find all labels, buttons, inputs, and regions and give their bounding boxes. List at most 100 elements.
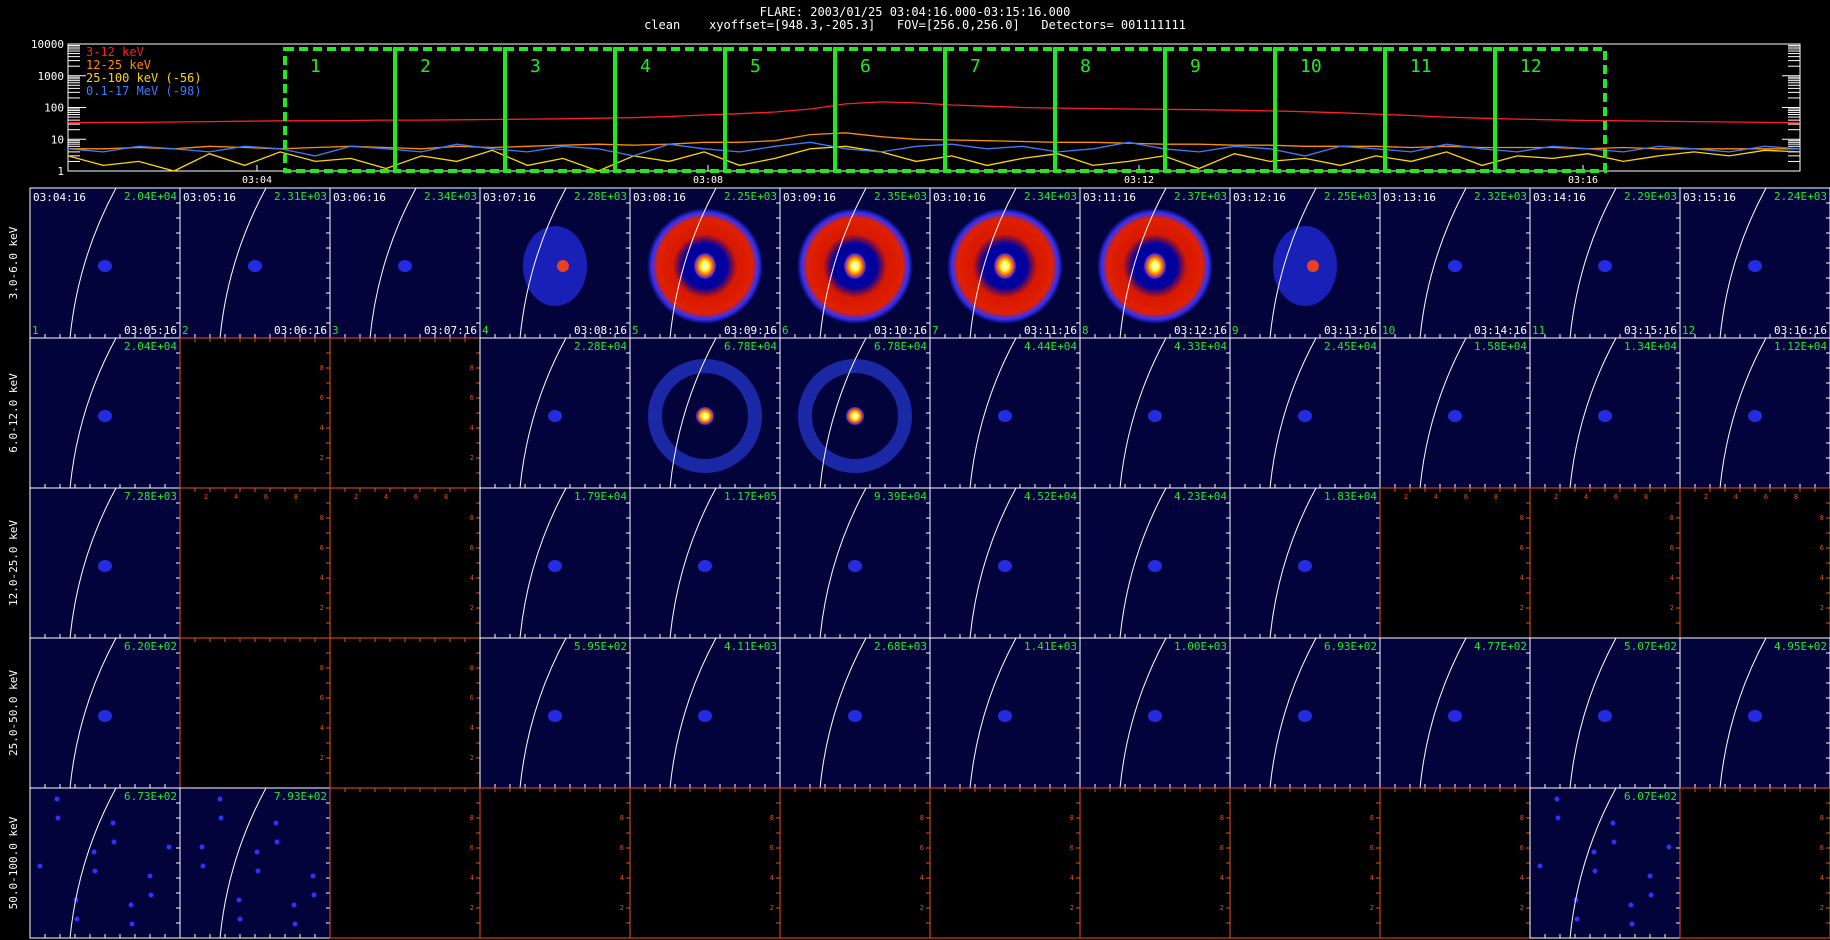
empty-panel (929, 787, 1081, 939)
max-value-label: 4.33E+04 (1174, 340, 1227, 353)
map-cell: 7.93E+02 (179, 787, 331, 939)
noise-speck (237, 916, 243, 922)
noise-speck (1592, 868, 1598, 874)
axis-tick-label: 8 (1220, 814, 1224, 822)
noise-speck (129, 921, 135, 927)
empty-panel (179, 337, 331, 489)
max-value-label: 4.77E+02 (1474, 640, 1527, 653)
map-cell: 1.12E+04 (1679, 337, 1830, 489)
axis-tick-label: 4 (234, 493, 238, 501)
axis-tick-label: 4 (320, 574, 324, 582)
source-faint (1598, 260, 1612, 272)
axis-tick-label: 6 (1764, 493, 1768, 501)
source-faint (98, 560, 112, 572)
source-faint (1598, 710, 1612, 722)
noise-speck (91, 849, 97, 855)
axis-tick-label: 2 (1404, 493, 1408, 501)
map-cell: 4.95E+02 (1679, 637, 1830, 789)
map-cell: 6.78E+04 (629, 337, 781, 489)
panel-number: 6 (782, 324, 789, 337)
map-cell: 2 4 6 8 (179, 637, 331, 789)
noise-speck (55, 815, 61, 821)
noise-speck (1648, 892, 1654, 898)
noise-speck (148, 892, 154, 898)
start-time-label: 03:14:16 (1533, 191, 1586, 204)
max-value-label: 2.04E+04 (124, 190, 177, 203)
map-cell: 2 4 6 8 (479, 787, 631, 939)
map-cell: 4.77E+02 (1379, 637, 1531, 789)
start-time-label: 03:11:16 (1083, 191, 1136, 204)
noise-speck (274, 839, 280, 845)
source-faint (398, 260, 412, 272)
noise-speck (37, 863, 43, 869)
source-blob (1273, 226, 1337, 306)
map-cell: 2 4 6 8 (329, 787, 481, 939)
noise-speck (1574, 916, 1580, 922)
axis-tick-label: 2 (354, 493, 358, 501)
map-cell: 7.28E+03 (29, 487, 181, 639)
axis-tick-label: 4 (320, 424, 324, 432)
noise-speck (292, 921, 298, 927)
axis-tick-label: 4 (1820, 874, 1824, 882)
max-value-label: 1.41E+03 (1024, 640, 1077, 653)
map-cell: 2.24E+03 03:15:16 03:16:16 12 (1679, 187, 1830, 339)
empty-panel (179, 487, 331, 639)
noise-speck (1537, 863, 1543, 869)
max-value-label: 2.68E+03 (874, 640, 927, 653)
map-cell: 2.25E+03 03:08:16 03:09:16 5 (629, 187, 781, 339)
noise-speck (1555, 815, 1561, 821)
axis-tick-label: 4 (470, 724, 474, 732)
panel-number: 10 (1382, 324, 1395, 337)
axis-tick-label: 8 (1070, 814, 1074, 822)
axis-tick-label: 2 (320, 754, 324, 762)
max-value-label: 2.35E+03 (874, 190, 927, 203)
axis-tick-label: 6 (1820, 844, 1824, 852)
axis-tick-label: 4 (1434, 493, 1438, 501)
axis-tick-label: 8 (1670, 514, 1674, 522)
map-cell: 2 4 6 8 (929, 787, 1081, 939)
axis-tick-label: 8 (444, 493, 448, 501)
noise-speck (200, 863, 206, 869)
end-time-label: 03:06:16 (274, 324, 327, 337)
noise-speck (1647, 873, 1653, 879)
axis-tick-label: 2 (770, 904, 774, 912)
source-faint (548, 710, 562, 722)
axis-tick-label: 8 (1794, 493, 1798, 501)
max-value-label: 1.34E+04 (1624, 340, 1677, 353)
row-label: 25.0-50.0 keV (7, 670, 20, 756)
map-cell: 1.79E+04 (479, 487, 631, 639)
axis-tick-label: 4 (770, 874, 774, 882)
empty-panel (779, 787, 931, 939)
map-cell: 2 2 4 4 6 6 8 8 (1379, 487, 1531, 639)
map-cell: 2.25E+03 03:12:16 03:13:16 9 (1229, 187, 1381, 339)
axis-tick-label: 6 (320, 694, 324, 702)
axis-tick-label: 4 (620, 874, 624, 882)
noise-speck (254, 849, 260, 855)
source-core (557, 260, 569, 272)
source-faint (1448, 710, 1462, 722)
map-cell: 2.68E+03 (779, 637, 931, 789)
max-value-label: 1.12E+04 (1774, 340, 1827, 353)
max-value-label: 2.32E+03 (1474, 190, 1527, 203)
axis-tick-label: 8 (1494, 493, 1498, 501)
noise-speck (1554, 796, 1560, 802)
start-time-label: 03:10:16 (933, 191, 986, 204)
map-cell: 2 2 4 4 6 6 8 8 (1679, 487, 1830, 639)
noise-speck (217, 796, 223, 802)
max-value-label: 2.37E+03 (1174, 190, 1227, 203)
max-value-label: 4.44E+04 (1024, 340, 1077, 353)
axis-tick-label: 8 (1820, 814, 1824, 822)
source-faint (548, 560, 562, 572)
axis-tick-label: 8 (920, 814, 924, 822)
panel-number: 2 (182, 324, 189, 337)
empty-panel (329, 487, 481, 639)
axis-tick-label: 2 (1820, 604, 1824, 612)
axis-tick-label: 2 (920, 904, 924, 912)
map-cell: 2 4 6 8 (1079, 787, 1231, 939)
axis-tick-label: 4 (1520, 574, 1524, 582)
end-time-label: 03:07:16 (424, 324, 477, 337)
map-cell: 2 2 4 4 6 6 8 8 (1529, 487, 1681, 639)
axis-tick-label: 6 (1370, 844, 1374, 852)
map-cell: 2.29E+03 03:14:16 03:15:16 11 (1529, 187, 1681, 339)
axis-tick-label: 8 (1520, 514, 1524, 522)
